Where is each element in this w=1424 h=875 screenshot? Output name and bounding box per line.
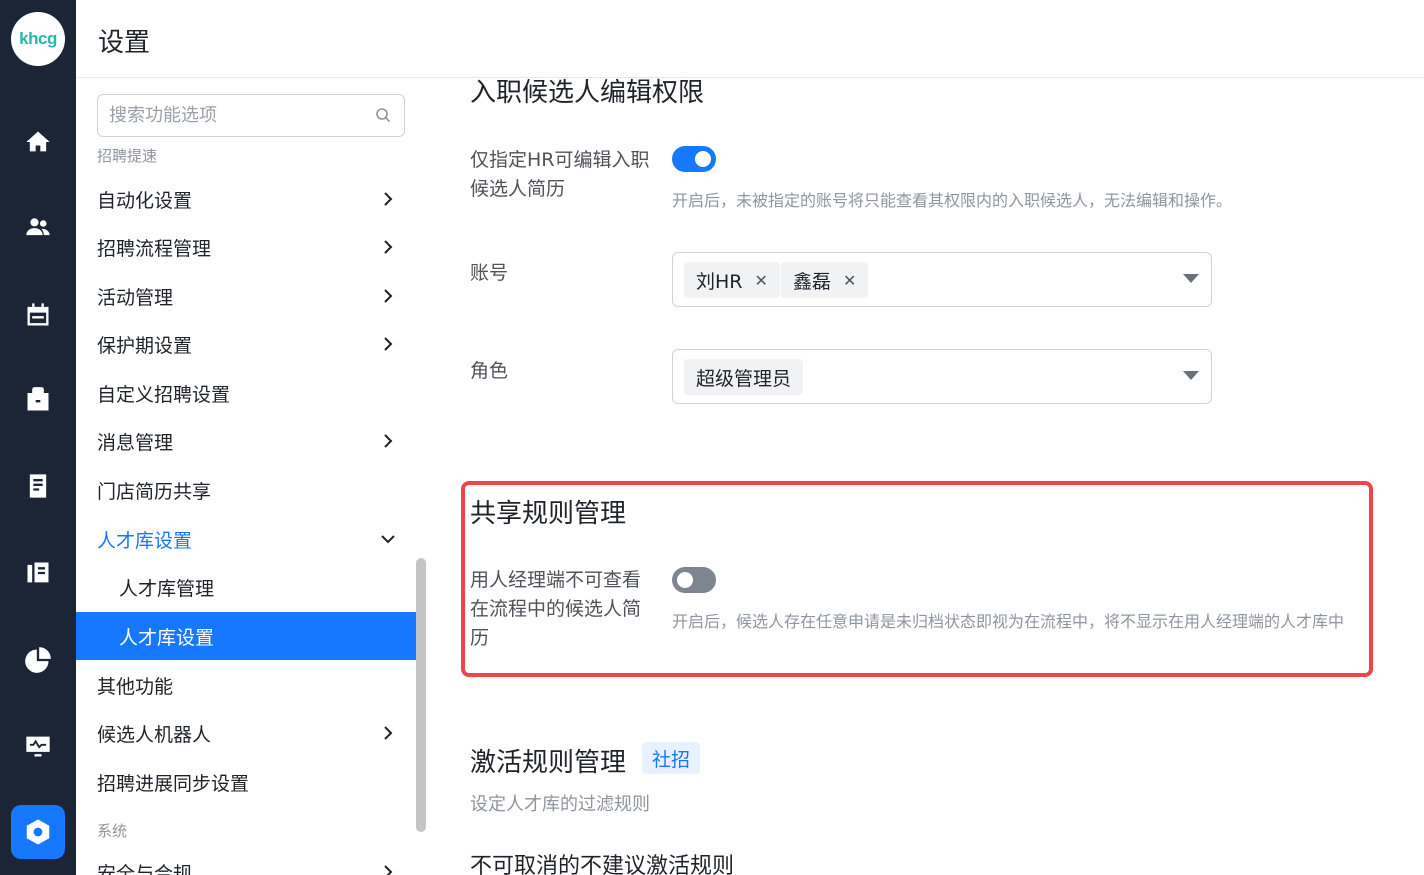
group-label-recruit: 招聘提速 xyxy=(97,147,158,165)
section-title-onboard: 入职候选人编辑权限 xyxy=(470,78,705,108)
toggle-knob xyxy=(677,572,693,588)
sidebar-item-label: 招聘流程管理 xyxy=(97,237,212,260)
sidebar-item-label: 人才库管理 xyxy=(119,577,215,600)
sidebar-item-label: 其他功能 xyxy=(97,675,174,698)
sidebar-item-security[interactable]: 安全与合规 xyxy=(76,848,417,875)
library-icon[interactable] xyxy=(18,553,58,593)
sidebar-item-robot[interactable]: 候选人机器人 xyxy=(76,709,417,757)
search-icon[interactable] xyxy=(375,107,391,123)
sidebar-item-flow[interactable]: 招聘流程管理 xyxy=(76,223,417,271)
page-title: 设置 xyxy=(98,28,151,58)
account-select[interactable]: 刘HR ✕ 鑫磊 ✕ xyxy=(672,252,1212,307)
book-icon[interactable] xyxy=(18,466,58,506)
sidebar-item-messages[interactable]: 消息管理 xyxy=(76,417,417,465)
search-input[interactable] xyxy=(98,95,358,136)
chevron-right-icon xyxy=(384,192,393,206)
app-logo[interactable]: khcg xyxy=(11,12,65,66)
sidebar-item-automation[interactable]: 自动化设置 xyxy=(76,175,417,223)
sidebar-item-talent-manage[interactable]: 人才库管理 xyxy=(76,563,417,611)
main-content: 入职候选人编辑权限 仅指定HR可编辑入职候选人简历 开启后，未被指定的账号将只能… xyxy=(427,78,1424,875)
sidebar-item-talent-config[interactable]: 人才库设置 xyxy=(76,612,417,660)
close-icon[interactable]: ✕ xyxy=(843,271,856,290)
caret-down-icon[interactable] xyxy=(1183,371,1199,380)
chevron-right-icon xyxy=(384,289,393,303)
sidebar-item-label: 安全与合规 xyxy=(97,862,193,875)
section-title-activate: 激活规则管理 xyxy=(470,748,627,778)
sidebar-item-other[interactable]: 其他功能 xyxy=(76,661,417,709)
role-label: 角色 xyxy=(470,360,509,382)
chevron-down-icon xyxy=(381,535,395,544)
sidebar-item-label: 招聘进展同步设置 xyxy=(97,772,250,795)
settings-icon[interactable] xyxy=(11,805,65,859)
settings-sidebar: 招聘提速 自动化设置 招聘流程管理 活动管理 保护期设置 自定义招聘设置 消息管… xyxy=(76,78,427,875)
chevron-right-icon xyxy=(384,726,393,740)
sidebar-item-custom[interactable]: 自定义招聘设置 xyxy=(76,369,417,417)
chevron-right-icon xyxy=(384,434,393,448)
sidebar-item-label: 活动管理 xyxy=(97,286,174,309)
sidebar-item-protection[interactable]: 保护期设置 xyxy=(76,320,417,368)
tag-label: 鑫磊 xyxy=(793,270,832,293)
activate-description: 设定人才库的过滤规则 xyxy=(470,794,650,815)
page-header: 设置 xyxy=(76,0,1424,78)
tag-label: 超级管理员 xyxy=(696,367,792,390)
sidebar-item-progress-sync[interactable]: 招聘进展同步设置 xyxy=(76,758,417,806)
section-title-nonremovable: 不可取消的不建议激活规则 xyxy=(470,854,735,875)
tag-label: 刘HR xyxy=(696,270,743,293)
search-box[interactable] xyxy=(97,94,405,137)
briefcase-icon[interactable] xyxy=(18,380,58,420)
sidebar-item-label: 消息管理 xyxy=(97,431,174,454)
sidebar-item-activity[interactable]: 活动管理 xyxy=(76,272,417,320)
account-tag: 鑫磊 ✕ xyxy=(781,262,869,298)
sidebar-item-label: 候选人机器人 xyxy=(97,723,212,746)
toggle-label-manager-hide: 用人经理端不可查看在流程中的候选人简历 xyxy=(470,569,642,649)
section-title-share: 共享规则管理 xyxy=(470,499,627,529)
sidebar-item-label: 人才库设置 xyxy=(119,626,215,649)
app-rail: khcg xyxy=(0,0,76,875)
chevron-right-icon xyxy=(384,240,393,254)
calendar-icon[interactable] xyxy=(18,295,58,335)
sidebar-item-store-share[interactable]: 门店简历共享 xyxy=(76,466,417,514)
caret-down-icon[interactable] xyxy=(1183,274,1199,283)
sidebar-item-talent-settings[interactable]: 人才库设置 xyxy=(76,515,417,563)
monitor-icon[interactable] xyxy=(18,726,58,766)
hr-only-hint: 开启后，未被指定的账号将只能查看其权限内的入职候选人，无法编辑和操作。 xyxy=(672,191,1233,210)
role-tag: 超级管理员 xyxy=(684,359,804,395)
sidebar-item-label: 自动化设置 xyxy=(97,189,193,212)
sidebar-item-label: 人才库设置 xyxy=(97,529,193,552)
pie-chart-icon[interactable] xyxy=(18,640,58,680)
manager-hide-toggle[interactable] xyxy=(672,567,716,593)
group-label-system: 系统 xyxy=(97,822,128,840)
toggle-label-hr-only: 仅指定HR可编辑入职候选人简历 xyxy=(470,149,650,200)
sidebar-item-label: 门店简历共享 xyxy=(97,480,212,503)
toggle-knob xyxy=(695,151,711,167)
users-icon[interactable] xyxy=(18,207,58,247)
manager-hide-hint: 开启后，候选人存在任意申请是未归档状态即视为在流程中，将不显示在用人经理端的人才… xyxy=(672,612,1345,631)
account-label: 账号 xyxy=(470,262,509,284)
chevron-right-icon xyxy=(384,337,393,351)
role-select[interactable]: 超级管理员 xyxy=(672,349,1212,404)
hr-only-toggle[interactable] xyxy=(672,146,716,172)
chevron-right-icon xyxy=(384,865,393,875)
social-recruit-badge: 社招 xyxy=(642,742,701,774)
sidebar-scrollbar[interactable] xyxy=(416,558,426,832)
home-icon[interactable] xyxy=(18,122,58,162)
sidebar-item-label: 保护期设置 xyxy=(97,334,193,357)
account-tag: 刘HR ✕ xyxy=(684,262,780,298)
sidebar-item-label: 自定义招聘设置 xyxy=(97,383,231,406)
close-icon[interactable]: ✕ xyxy=(755,271,768,290)
